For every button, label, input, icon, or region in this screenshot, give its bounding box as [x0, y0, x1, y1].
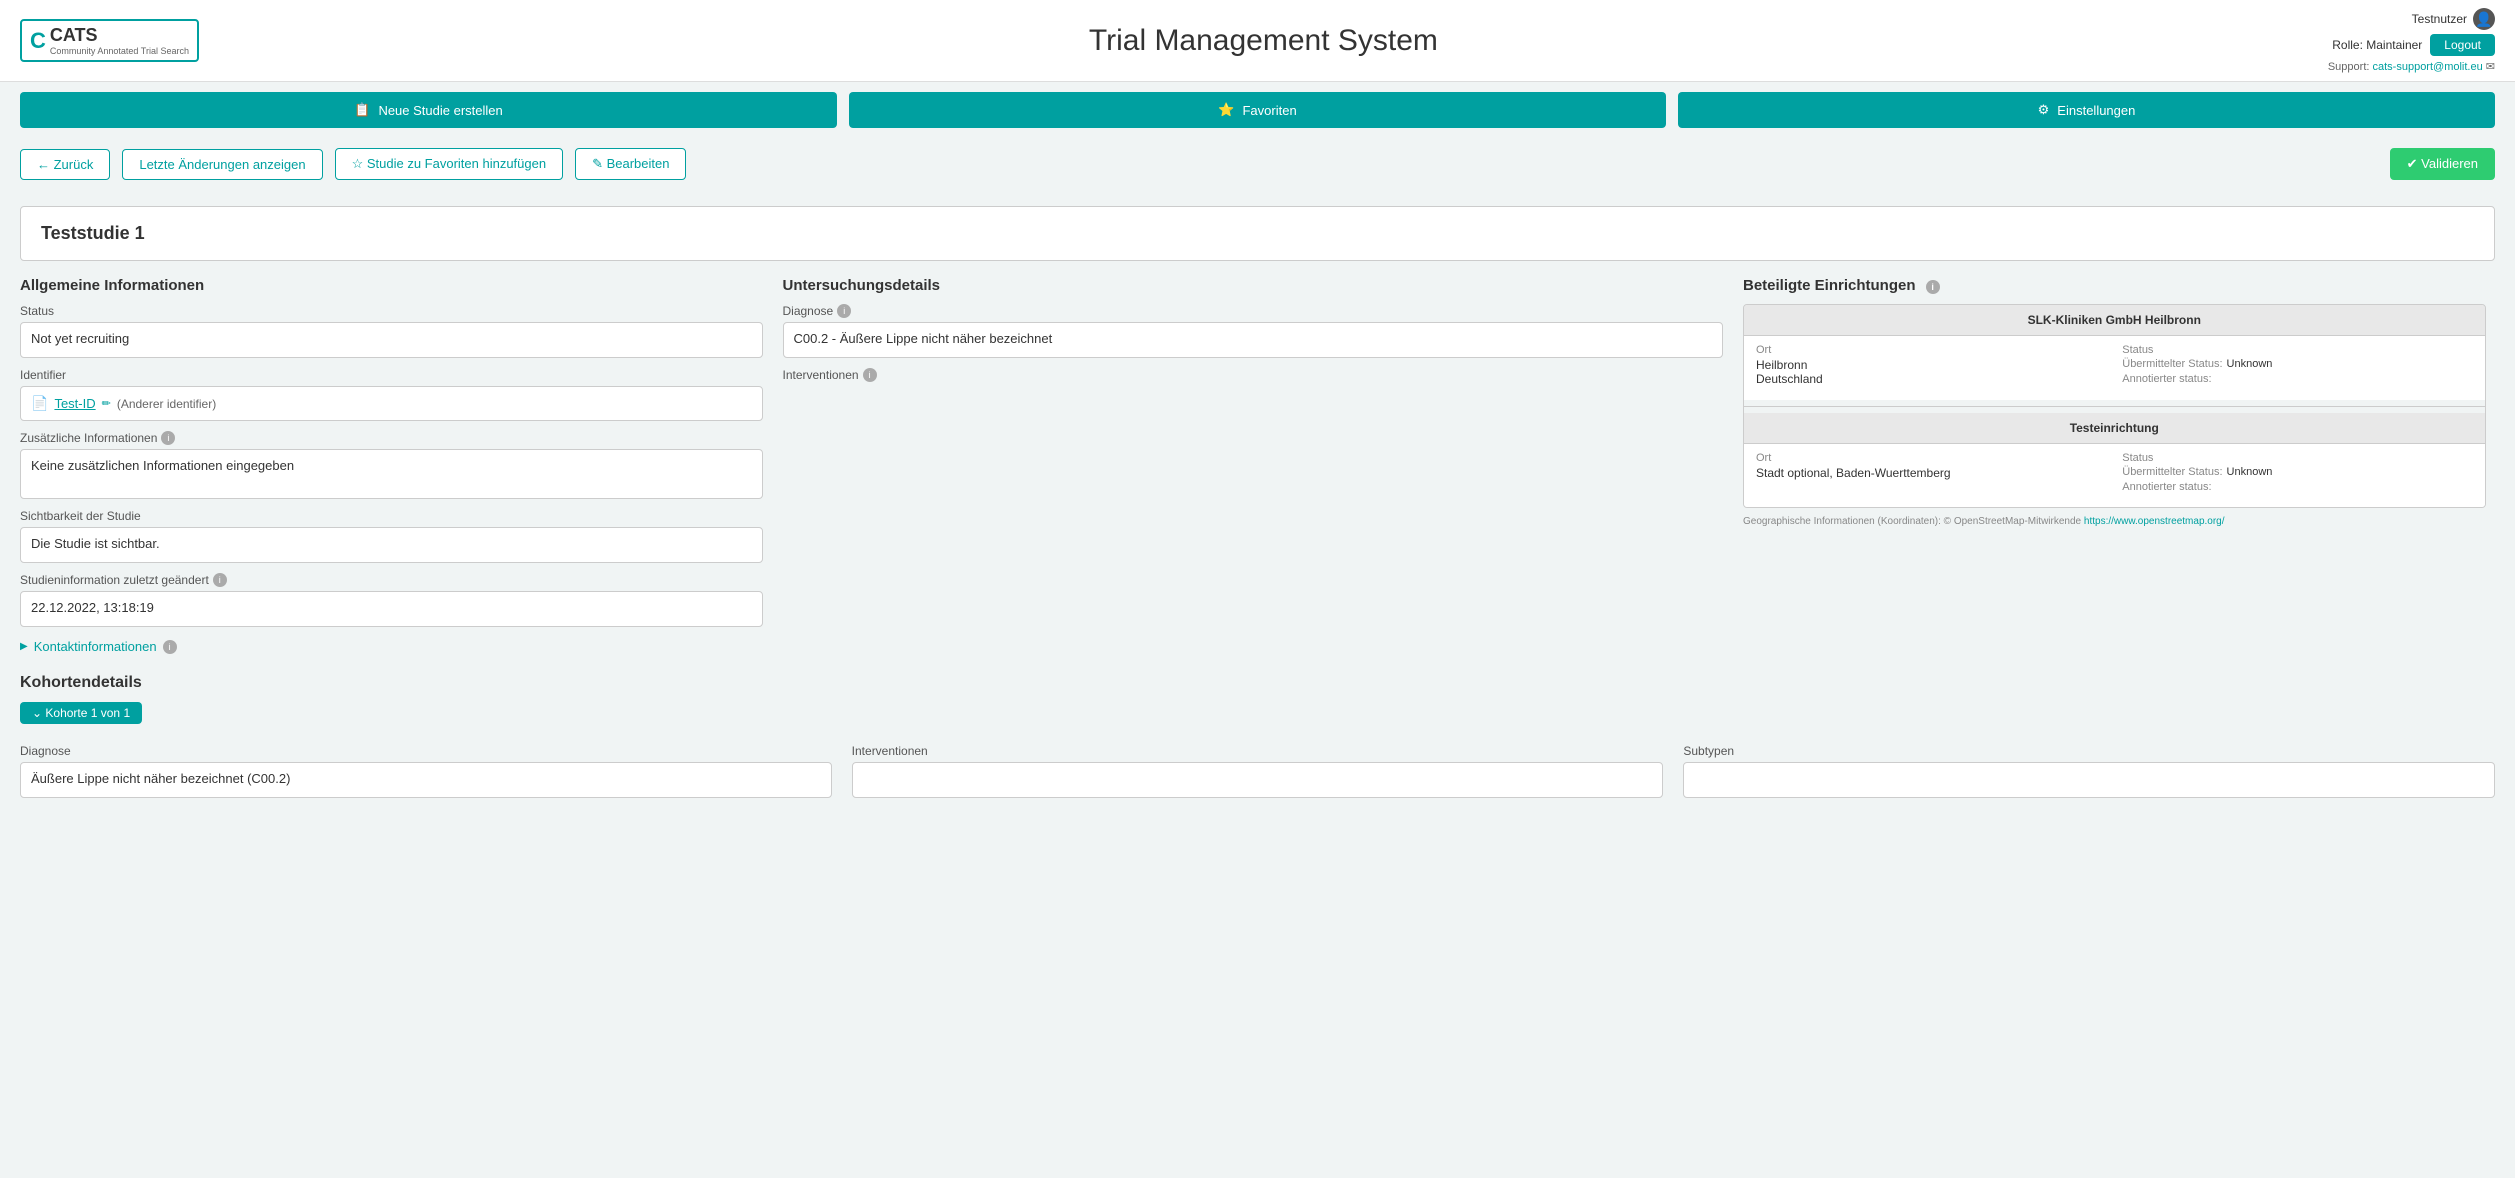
kohorten-subtypen-value [1683, 762, 2495, 798]
facility2-uebermittelter-label: Übermittelter Status: [2122, 466, 2222, 478]
einstellungen-button[interactable]: ⚙ Einstellungen [1678, 92, 2495, 128]
facility1-ort-label: Ort [1756, 344, 2106, 356]
kohorten-diagnose-label: Diagnose [20, 744, 832, 758]
facility2-ort1: Stadt optional, Baden-Wuerttemberg [1756, 466, 2106, 480]
letztes-update-label: Studieninformation zuletzt geändert i [20, 573, 763, 587]
support-row: Support: cats-support@molit.eu ✉ [2328, 60, 2495, 73]
zusaetzliche-label: Zusätzliche Informationen i [20, 431, 763, 445]
facility1-status-label: Status [2122, 344, 2472, 356]
kohorte-badge[interactable]: ⌄ Kohorte 1 von 1 [20, 702, 142, 724]
allgemeine-col: Allgemeine Informationen Status Not yet … [20, 277, 763, 654]
document-icon: 📄 [31, 395, 48, 412]
status-value: Not yet recruiting [20, 322, 763, 358]
validieren-button[interactable]: ✔ Validieren [2390, 148, 2495, 180]
study-title-box: Teststudie 1 [20, 206, 2495, 261]
kohorten-grid: Diagnose Äußere Lippe nicht näher bezeic… [20, 734, 2495, 798]
letztes-update-info-icon[interactable]: i [213, 573, 227, 587]
kohorten-title: Kohortendetails [20, 674, 2495, 692]
facility2-status-block: Übermittelter Status: Unknown Annotierte… [2122, 466, 2472, 493]
einrichtungen-title: Beteiligte Einrichtungen i [1743, 277, 2486, 294]
sichtbarkeit-label: Sichtbarkeit der Studie [20, 509, 763, 523]
kontakt-collapsible[interactable]: ▶ Kontaktinformationen i [20, 639, 763, 654]
kohorten-diagnose-col: Diagnose Äußere Lippe nicht näher bezeic… [20, 734, 832, 798]
neue-studie-icon: 📋 [354, 102, 370, 118]
identifier-label: Identifier [20, 368, 763, 382]
kohorten-interventionen-value [852, 762, 1664, 798]
user-icon: 👤 [2473, 8, 2495, 30]
einrichtungen-col: Beteiligte Einrichtungen i SLK-Kliniken … [1743, 277, 2486, 654]
diagnose-info-icon[interactable]: i [837, 304, 851, 318]
sichtbarkeit-value: Die Studie ist sichtbar. [20, 527, 763, 563]
kohorten-diagnose-value: Äußere Lippe nicht näher bezeichnet (C00… [20, 762, 832, 798]
facility2-ort-label: Ort [1756, 452, 2106, 464]
favoriten-hinzufuegen-button[interactable]: ☆ Studie zu Favoriten hinzufügen [335, 148, 564, 180]
einstellungen-icon: ⚙ [2038, 102, 2050, 118]
interventionen-label: Interventionen i [783, 368, 1724, 382]
chevron-right-icon: ▶ [20, 641, 28, 652]
status-label: Status [20, 304, 763, 318]
facility1-uebermittelter-value: Unknown [2227, 358, 2273, 370]
logo-subtitle: Community Annotated Trial Search [50, 46, 189, 56]
favoriten-button[interactable]: ⭐ Favoriten [849, 92, 1666, 128]
geo-link[interactable]: https://www.openstreetmap.org/ [2084, 516, 2225, 527]
username-label: Testnutzer [2412, 12, 2467, 26]
facility2-status-label: Status [2122, 452, 2472, 464]
untersuchung-title: Untersuchungsdetails [783, 277, 1724, 294]
identifier-other: (Anderer identifier) [117, 397, 216, 411]
identifier-link[interactable]: Test-ID [54, 396, 95, 411]
kohorten-subtypen-col: Subtypen [1683, 734, 2495, 798]
facility2-header: Testeinrichtung [1744, 413, 2485, 444]
facility2-annotierter-label: Annotierter status: [2122, 481, 2211, 493]
logo-box: C CATS Community Annotated Trial Search [20, 19, 199, 62]
facility1-ort2: Deutschland [1756, 372, 2106, 386]
logo-text: CATS [50, 25, 189, 46]
diagnose-value: C00.2 - Äußere Lippe nicht näher bezeich… [783, 322, 1724, 358]
kohorten-subtypen-label: Subtypen [1683, 744, 2495, 758]
kohorten-interventionen-col: Interventionen [852, 734, 1664, 798]
support-email-link[interactable]: cats-support@molit.eu [2373, 61, 2483, 73]
untersuchung-col: Untersuchungsdetails Diagnose i C00.2 - … [783, 277, 1724, 654]
kohorten-interventionen-label: Interventionen [852, 744, 1664, 758]
neue-studie-button[interactable]: 📋 Neue Studie erstellen [20, 92, 837, 128]
zusaetzliche-info-icon[interactable]: i [161, 431, 175, 445]
app-title: Trial Management System [199, 24, 2328, 58]
facility1-header: SLK-Kliniken GmbH Heilbronn [1744, 305, 2485, 336]
diagnose-label: Diagnose i [783, 304, 1724, 318]
facility-table: SLK-Kliniken GmbH Heilbronn Ort Heilbron… [1743, 304, 2486, 508]
logo-c-icon: C [30, 28, 46, 54]
action-bar: ← Zurück Letzte Änderungen anzeigen ☆ St… [0, 138, 2515, 190]
letzte-aenderungen-button[interactable]: Letzte Änderungen anzeigen [122, 149, 322, 180]
user-area: Testnutzer 👤 Rolle: Maintainer Logout Su… [2328, 8, 2495, 73]
kohorten-section: Kohortendetails ⌄ Kohorte 1 von 1 Diagno… [20, 674, 2495, 798]
kontakt-label: Kontaktinformationen [34, 639, 157, 654]
logout-button[interactable]: Logout [2430, 34, 2495, 56]
facility2-uebermittelter-value: Unknown [2227, 466, 2273, 478]
kontakt-info-icon[interactable]: i [163, 640, 177, 654]
bearbeiten-button[interactable]: ✎ Bearbeiten [575, 148, 686, 180]
identifier-box: 📄 Test-ID ✏ (Anderer identifier) [20, 386, 763, 421]
facility1-ort1: Heilbronn [1756, 358, 2106, 372]
zusaetzliche-value: Keine zusätzlichen Informationen eingege… [20, 449, 763, 499]
facility1-body: Ort Heilbronn Deutschland Status Übermit… [1744, 336, 2485, 400]
letztes-update-value: 22.12.2022, 13:18:19 [20, 591, 763, 627]
header: C CATS Community Annotated Trial Search … [0, 0, 2515, 82]
allgemeine-title: Allgemeine Informationen [20, 277, 763, 294]
interventionen-info-icon[interactable]: i [863, 368, 877, 382]
edit-icon[interactable]: ✏ [102, 397, 111, 410]
zurueck-button[interactable]: ← Zurück [20, 149, 110, 180]
einrichtungen-info-icon[interactable]: i [1926, 280, 1940, 294]
favoriten-icon: ⭐ [1218, 102, 1234, 118]
nav-bar: 📋 Neue Studie erstellen ⭐ Favoriten ⚙ Ei… [0, 82, 2515, 138]
facility1-status-block: Übermittelter Status: Unknown Annotierte… [2122, 358, 2472, 385]
geo-info: Geographische Informationen (Koordinaten… [1743, 516, 2486, 527]
main-content: Teststudie 1 Allgemeine Informationen St… [0, 190, 2515, 814]
email-icon: ✉ [2486, 61, 2495, 73]
role-label: Rolle: Maintainer [2332, 38, 2422, 52]
facility1-uebermittelter-label: Übermittelter Status: [2122, 358, 2222, 370]
facility1-annotierter-label: Annotierter status: [2122, 373, 2211, 385]
three-col-layout: Allgemeine Informationen Status Not yet … [20, 277, 2495, 654]
logo-area: C CATS Community Annotated Trial Search [20, 19, 199, 62]
facility2-body: Ort Stadt optional, Baden-Wuerttemberg S… [1744, 444, 2485, 507]
